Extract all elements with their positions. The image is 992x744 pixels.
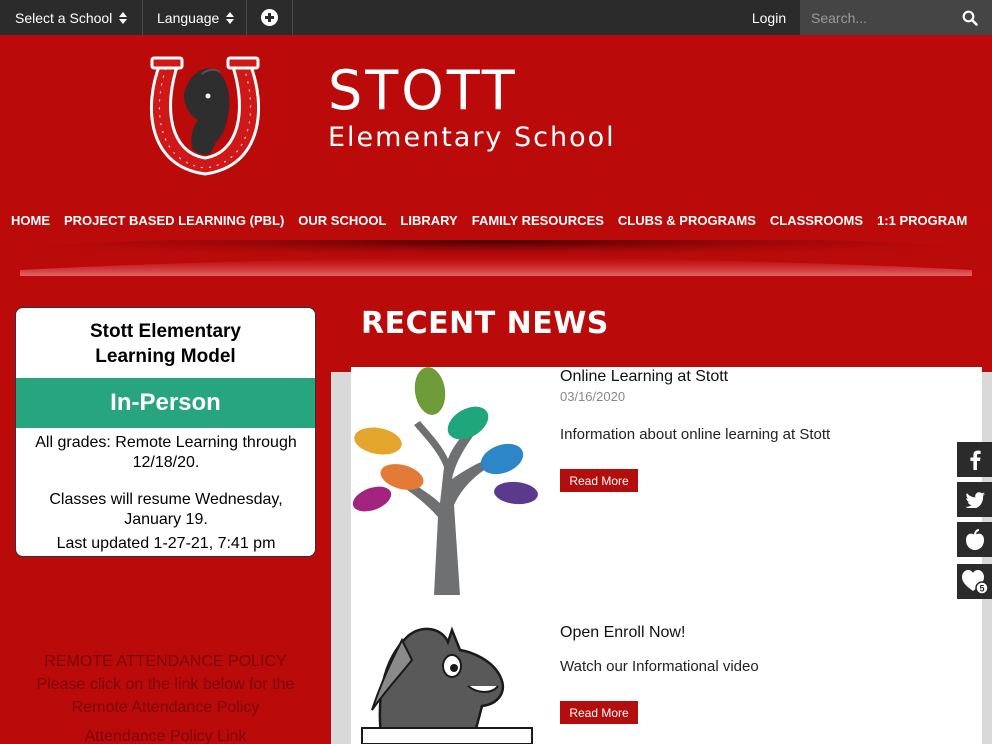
- apple-icon: [965, 528, 984, 550]
- news-title[interactable]: Online Learning at Stott: [560, 368, 728, 386]
- news-image-mascot[interactable]: [352, 620, 540, 744]
- learning-model-text: January 19.: [124, 511, 208, 528]
- read-more-button[interactable]: Read More: [560, 701, 638, 724]
- nav-divider: [20, 240, 972, 276]
- last-updated: Last updated 1-27-21, 7:41 pm: [56, 535, 276, 552]
- learning-model-title-line: Stott Elementary: [90, 321, 241, 342]
- news-date: 03/16/2020: [560, 389, 626, 404]
- news-description: Watch our Informational video: [560, 658, 759, 675]
- attendance-text: Remote Attendance Policy: [71, 699, 260, 716]
- search-icon[interactable]: [962, 10, 978, 26]
- school-logo[interactable]: [144, 54, 266, 178]
- attendance-text: Please click on the link below for the: [36, 676, 295, 693]
- more-button[interactable]: [247, 0, 293, 35]
- top-bar: Select a School Language Login: [0, 0, 992, 35]
- school-select-label: Select a School: [15, 9, 113, 26]
- twitter-button[interactable]: [957, 482, 992, 517]
- news-image-tree[interactable]: [352, 367, 540, 597]
- attendance-heading: REMOTE ATTENDANCE POLICY: [44, 653, 287, 670]
- sort-icon: [119, 11, 128, 24]
- nav-family-resources[interactable]: FAMILY RESOURCES: [465, 211, 611, 231]
- site-subtitle: Elementary School: [328, 122, 616, 153]
- nav-our-school[interactable]: OUR SCHOOL: [291, 211, 393, 231]
- language-select-label: Language: [157, 9, 220, 26]
- login-link[interactable]: Login: [738, 0, 800, 35]
- apple-button[interactable]: [957, 522, 992, 557]
- heart-icon: 5: [961, 569, 988, 594]
- nav-home[interactable]: HOME: [4, 211, 57, 231]
- nav-library[interactable]: LIBRARY: [393, 211, 464, 231]
- attendance-policy-link[interactable]: Attendance Policy Link: [15, 725, 316, 744]
- sort-icon: [226, 11, 235, 24]
- news-title[interactable]: Open Enroll Now!: [560, 624, 685, 642]
- search-input[interactable]: [800, 0, 950, 35]
- nav-one-to-one-program[interactable]: 1:1 PROGRAM: [870, 211, 974, 231]
- nav-clubs-programs[interactable]: CLUBS & PROGRAMS: [611, 211, 763, 231]
- facebook-icon: [969, 450, 981, 470]
- learning-model-text: 12/18/20.: [132, 454, 200, 471]
- twitter-icon: [964, 491, 985, 508]
- learning-model-title: Stott Elementary Learning Model: [16, 319, 315, 369]
- learning-model-text: Classes will resume Wednesday,: [49, 491, 283, 508]
- language-select[interactable]: Language: [143, 0, 247, 35]
- school-select[interactable]: Select a School: [0, 0, 143, 35]
- nav-classrooms[interactable]: CLASSROOMS: [763, 211, 870, 231]
- learning-model-title-line: Learning Model: [95, 346, 236, 367]
- plus-circle-icon: [261, 9, 278, 26]
- donate-button[interactable]: 5: [957, 564, 992, 599]
- main-nav: HOME PROJECT BASED LEARNING (PBL) OUR SC…: [4, 211, 974, 231]
- learning-model-text: All grades: Remote Learning through: [35, 434, 297, 451]
- learning-status-banner: In-Person: [16, 378, 315, 428]
- read-more-button[interactable]: Read More: [560, 469, 638, 492]
- news-description: Information about online learning at Sto…: [560, 426, 831, 443]
- recent-news-heading: RECENT NEWS: [361, 306, 609, 341]
- facebook-button[interactable]: [957, 442, 992, 477]
- site-title[interactable]: STOTT: [328, 60, 518, 122]
- nav-pbl[interactable]: PROJECT BASED LEARNING (PBL): [57, 211, 291, 231]
- badge-count: 5: [979, 583, 984, 593]
- learning-model-card: Stott Elementary Learning Model In-Perso…: [15, 307, 316, 557]
